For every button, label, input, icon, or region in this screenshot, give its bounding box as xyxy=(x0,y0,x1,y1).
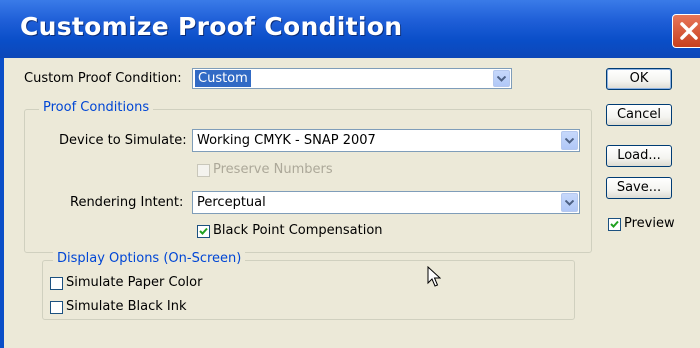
title-bar[interactable]: Customize Proof Condition xyxy=(0,0,700,58)
device-value: Working CMYK - SNAP 2007 xyxy=(197,133,376,148)
mouse-cursor-icon xyxy=(427,266,441,287)
intent-value: Perceptual xyxy=(197,195,266,210)
paper-color-label: Simulate Paper Color xyxy=(66,275,203,290)
preview-label: Preview xyxy=(624,216,675,231)
preview-checkbox[interactable] xyxy=(608,218,621,231)
chevron-down-icon xyxy=(565,199,574,206)
load-button[interactable]: Load... xyxy=(606,145,672,167)
dropdown-button[interactable] xyxy=(561,193,578,212)
device-select[interactable]: Working CMYK - SNAP 2007 xyxy=(192,129,580,152)
intent-label: Rendering Intent: xyxy=(70,195,184,210)
paper-color-checkbox[interactable] xyxy=(50,277,63,290)
device-label: Device to Simulate: xyxy=(59,133,187,148)
custom-condition-value: Custom xyxy=(195,70,251,87)
save-button[interactable]: Save... xyxy=(606,177,672,199)
close-button[interactable] xyxy=(672,14,700,48)
window-title: Customize Proof Condition xyxy=(20,12,403,41)
black-ink-checkbox[interactable] xyxy=(50,301,63,314)
chevron-down-icon xyxy=(565,137,574,144)
chevron-down-icon xyxy=(497,75,506,82)
checkmark-icon xyxy=(199,227,208,235)
preserve-numbers-label: Preserve Numbers xyxy=(213,162,333,177)
intent-select[interactable]: Perceptual xyxy=(192,191,580,214)
black-point-label: Black Point Compensation xyxy=(213,223,383,238)
checkmark-icon xyxy=(610,220,619,228)
dialog-body: Custom Proof Condition: Custom Proof Con… xyxy=(0,58,700,348)
custom-condition-select[interactable]: Custom xyxy=(192,68,512,89)
ok-button[interactable]: OK xyxy=(606,68,672,90)
proof-conditions-legend: Proof Conditions xyxy=(39,100,154,115)
black-point-checkbox[interactable] xyxy=(197,225,210,238)
custom-condition-label: Custom Proof Condition: xyxy=(24,71,182,86)
preserve-numbers-checkbox[interactable] xyxy=(197,164,210,177)
dropdown-button[interactable] xyxy=(493,70,510,87)
dropdown-button[interactable] xyxy=(561,131,578,150)
display-options-legend: Display Options (On-Screen) xyxy=(53,251,246,266)
cancel-button[interactable]: Cancel xyxy=(606,104,672,126)
close-icon xyxy=(680,22,698,40)
black-ink-label: Simulate Black Ink xyxy=(66,299,187,314)
dialog-window: Customize Proof Condition Custom Proof C… xyxy=(0,0,700,348)
